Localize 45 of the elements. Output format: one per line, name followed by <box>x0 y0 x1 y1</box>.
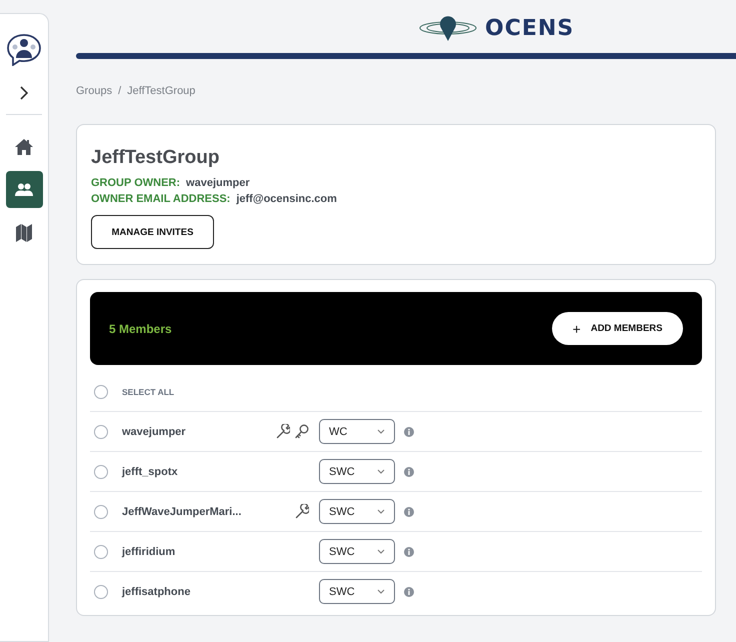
caret-icon <box>377 549 385 554</box>
info-icon[interactable] <box>404 426 414 436</box>
radio-button[interactable] <box>94 424 108 438</box>
chevron-right-icon[interactable] <box>20 86 28 100</box>
member-count: 5 Members <box>109 322 172 336</box>
people-icon <box>15 182 33 196</box>
radio-button[interactable] <box>94 584 108 598</box>
role-dropdown[interactable]: SWC <box>319 579 395 604</box>
field-label: OWNER EMAIL ADDRESS: <box>91 193 230 205</box>
field-label: GROUP OWNER: <box>91 177 180 189</box>
radio-button[interactable] <box>94 504 108 518</box>
role-dropdown[interactable]: SWC <box>319 459 395 484</box>
field-value: wavejumper <box>186 177 250 189</box>
add-members-button[interactable]: + ADD MEMBERS <box>552 312 683 345</box>
caret-icon <box>377 509 385 514</box>
member-name: jeffisatphone <box>122 586 192 598</box>
manage-invites-button[interactable]: MANAGE INVITES <box>91 215 214 249</box>
info-icon[interactable] <box>404 586 414 596</box>
field-value: jeff@ocensinc.com <box>236 193 337 205</box>
role-dropdown[interactable]: WC <box>319 419 395 444</box>
role-dropdown[interactable]: SWC <box>319 539 395 564</box>
caret-icon <box>377 429 385 434</box>
select-all-label[interactable]: SELECT ALL <box>122 386 174 396</box>
member-name: jefft_spotx <box>122 466 179 478</box>
info-icon[interactable] <box>404 506 414 516</box>
caret-icon <box>377 469 385 474</box>
map-icon <box>16 224 32 242</box>
radio-button[interactable] <box>94 544 108 558</box>
breadcrumb-separator: / <box>118 85 122 97</box>
role-dropdown[interactable]: SWC <box>319 499 395 524</box>
home-icon <box>15 138 33 154</box>
member-name: jeffiridium <box>122 546 176 558</box>
caret-icon <box>377 589 385 594</box>
group-chat-icon[interactable] <box>7 34 41 66</box>
radio-button[interactable] <box>94 464 108 478</box>
member-name: JeffWaveJumperMari... <box>122 506 242 518</box>
logo-text: OCENS <box>485 16 574 40</box>
group-title: JeffTestGroup <box>91 147 220 169</box>
member-name: wavejumper <box>122 426 187 438</box>
breadcrumb-link[interactable]: Groups <box>76 85 112 97</box>
radio-button[interactable] <box>94 384 108 398</box>
info-icon[interactable] <box>404 546 414 556</box>
nav-item[interactable] <box>6 171 42 208</box>
globe-pin-icon <box>419 14 477 42</box>
info-icon[interactable] <box>404 466 414 476</box>
